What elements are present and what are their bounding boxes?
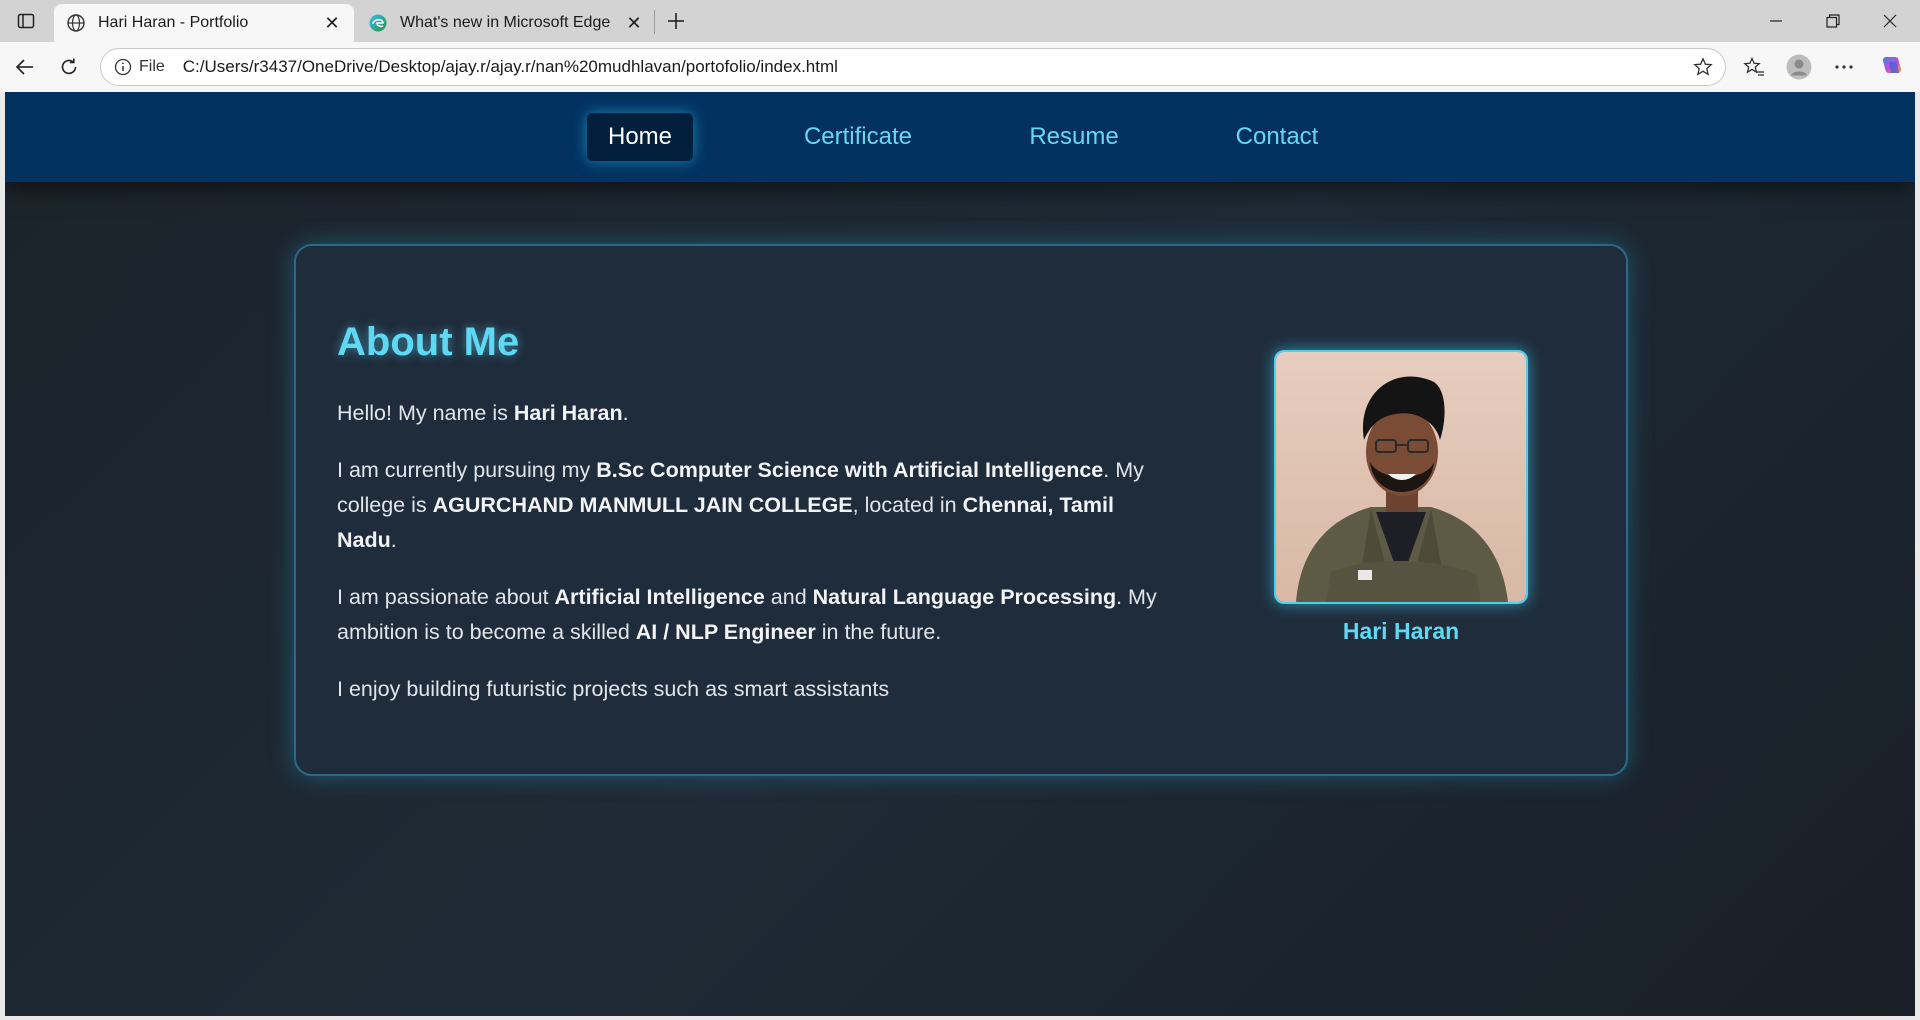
close-tab-icon[interactable]: ✕ (624, 13, 644, 33)
about-heading: About Me (337, 320, 520, 364)
tab-actions-icon (17, 13, 35, 29)
minimize-button[interactable] (1748, 0, 1804, 42)
plus-icon (668, 13, 684, 29)
about-paragraph-projects: I enjoy building futuristic projects suc… (337, 677, 890, 701)
edge-icon (368, 13, 388, 33)
refresh-button[interactable] (52, 51, 86, 83)
more-dots-icon (1835, 65, 1853, 69)
close-window-button[interactable] (1862, 0, 1918, 42)
text-span: , located in (852, 493, 963, 517)
profile-avatar-icon (1786, 54, 1812, 80)
interest-highlight: Artificial Intelligence (554, 585, 765, 609)
name-highlight: Hari Haran (513, 401, 623, 425)
tab-actions-button[interactable] (8, 6, 44, 36)
close-tab-icon[interactable]: ✕ (322, 13, 342, 33)
nav-home-link[interactable]: Home (587, 113, 693, 161)
close-icon (1883, 14, 1897, 28)
settings-more-button[interactable] (1826, 51, 1862, 83)
profile-name: Hari Haran (1342, 618, 1460, 644)
tab-edge-whats-new[interactable]: What's new in Microsoft Edge ✕ (356, 4, 656, 42)
browser-tab-strip: Hari Haran - Portfolio ✕ What's new in M… (0, 0, 1920, 42)
degree-highlight: B.Sc Computer Science with Artificial In… (596, 458, 1104, 482)
text-span: Hello! My name is (337, 401, 514, 425)
favorite-star-icon[interactable] (1685, 49, 1721, 85)
about-paragraph-passion: I am passionate about Artificial Intelli… (337, 580, 1157, 650)
url-text[interactable]: C:/Users/r3437/OneDrive/Desktop/ajay.r/a… (183, 57, 1685, 77)
nav-certificate-link[interactable]: Certificate (778, 113, 938, 161)
text-span: in the future. (815, 620, 942, 644)
text-span: . (390, 528, 397, 552)
about-card: About Me Hello! My name is Hari Haran. I… (294, 244, 1628, 776)
text-span: . (622, 401, 629, 425)
profile-photo-image (1276, 352, 1526, 602)
browser-toolbar: File C:/Users/r3437/OneDrive/Desktop/aja… (0, 42, 1920, 92)
new-tab-button[interactable] (660, 6, 692, 36)
nav-resume-link[interactable]: Resume (1009, 113, 1139, 161)
copilot-icon (1882, 57, 1902, 73)
tab-title: Hari Haran - Portfolio (98, 14, 249, 31)
refresh-icon (61, 58, 77, 75)
back-arrow-icon (15, 59, 33, 75)
favorites-button[interactable] (1736, 51, 1772, 83)
site-info-icon[interactable] (113, 57, 133, 77)
text-span: and (764, 585, 813, 609)
college-highlight: AGURCHAND MANMULL JAIN COLLEGE (432, 493, 853, 517)
favorites-icon (1743, 57, 1764, 76)
profile-button[interactable] (1781, 51, 1817, 83)
tab-separator (654, 10, 655, 34)
about-paragraph-education: I am currently pursuing my B.Sc Computer… (337, 453, 1157, 558)
site-navbar: Home Certificate Resume Contact (5, 92, 1915, 182)
text-span: I am passionate about (337, 585, 555, 609)
copilot-button[interactable] (1875, 51, 1911, 83)
about-text: Hello! My name is Hari Haran. I am curre… (337, 396, 1157, 729)
profile-photo (1274, 350, 1528, 604)
interest-highlight: Natural Language Processing (812, 585, 1117, 609)
tab-title: What's new in Microsoft Edge (400, 14, 611, 31)
tab-portfolio[interactable]: Hari Haran - Portfolio ✕ (54, 4, 354, 42)
nav-contact-link[interactable]: Contact (1212, 113, 1342, 161)
restore-icon (1826, 14, 1840, 28)
about-paragraph-intro: Hello! My name is Hari Haran. (337, 396, 1157, 431)
url-scheme-label: File (139, 58, 165, 75)
text-span: I am currently pursuing my (337, 458, 597, 482)
address-bar[interactable]: File C:/Users/r3437/OneDrive/Desktop/aja… (100, 48, 1726, 86)
minimize-icon (1770, 20, 1782, 22)
goal-highlight: AI / NLP Engineer (635, 620, 816, 644)
restore-button[interactable] (1805, 0, 1861, 42)
back-button[interactable] (8, 51, 42, 83)
page-viewport: Home Certificate Resume Contact About Me… (5, 92, 1915, 1016)
globe-icon (66, 13, 86, 33)
